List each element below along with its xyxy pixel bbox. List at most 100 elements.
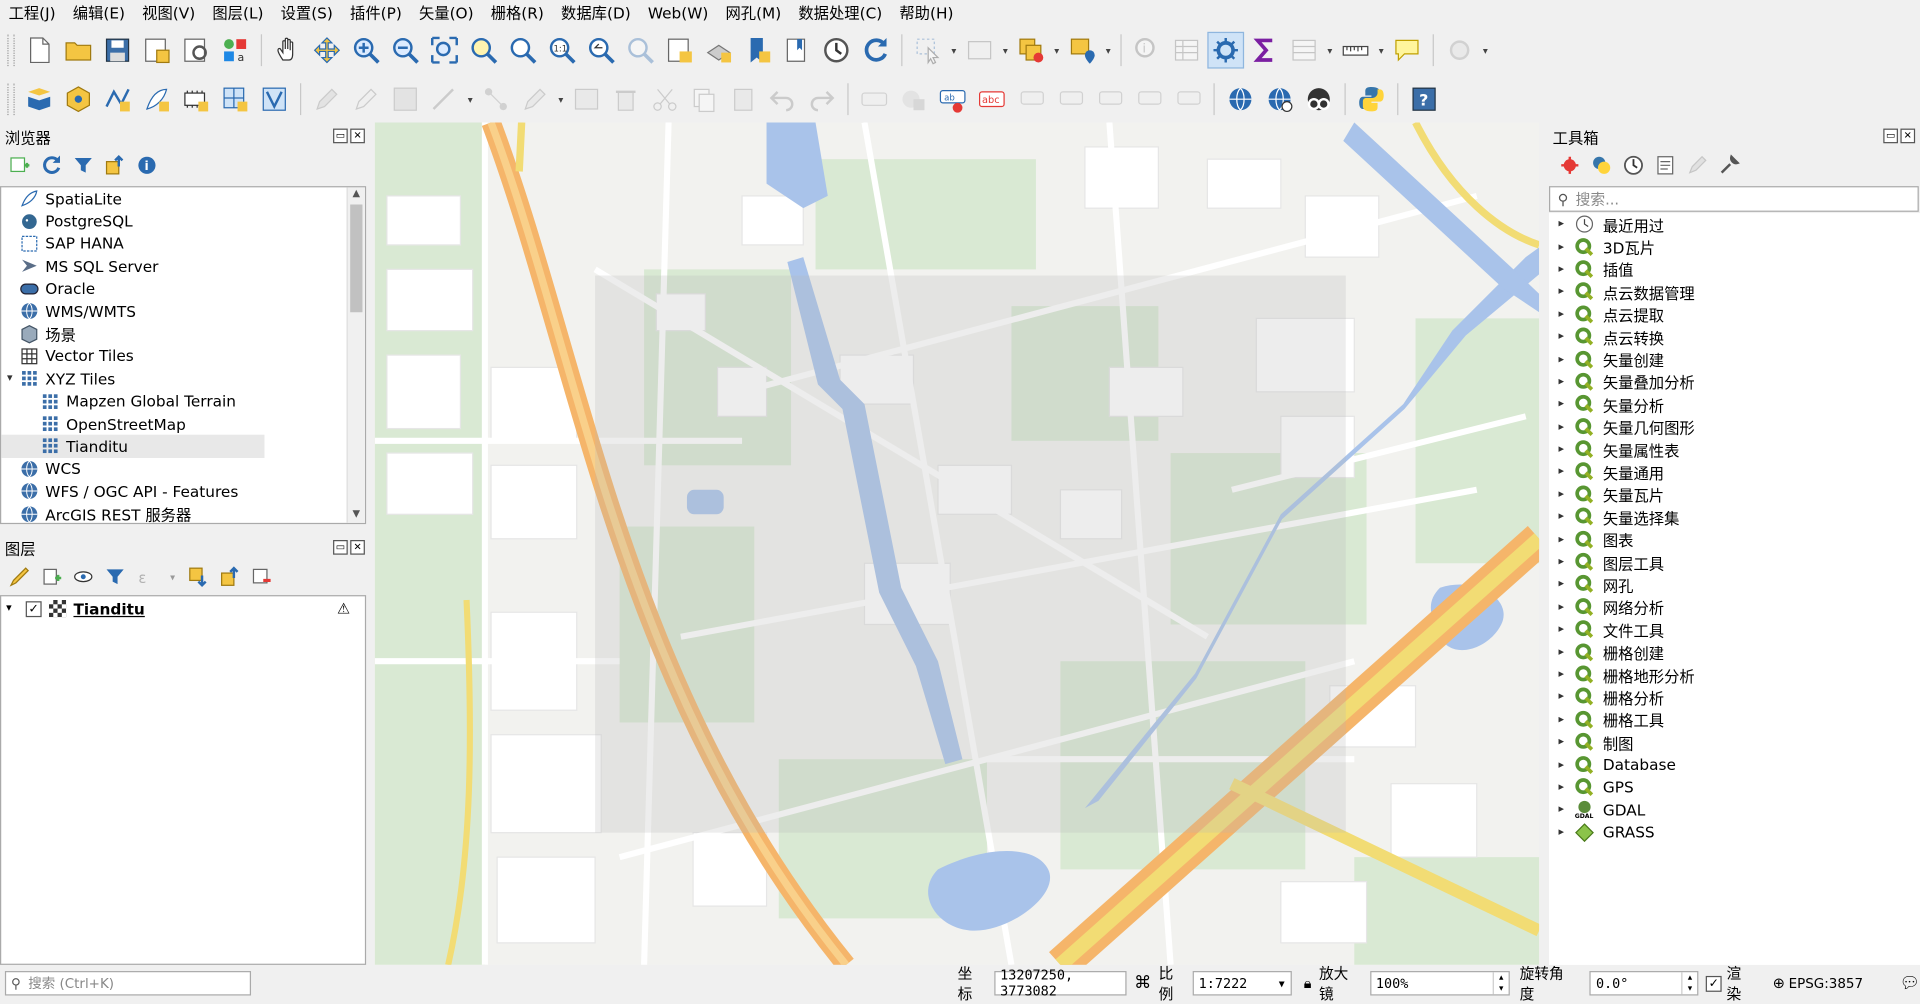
toolbar-grip[interactable]	[7, 83, 15, 116]
menu-item[interactable]: 网孔(M)	[717, 0, 790, 27]
show-bookmarks-icon[interactable]	[779, 32, 816, 69]
menu-item[interactable]: 工程(J)	[0, 0, 64, 27]
add-selected-layers-icon[interactable]	[7, 153, 31, 177]
browser-item[interactable]: OpenStreetMap	[1, 413, 365, 436]
expander-icon[interactable]: ▸	[1549, 646, 1573, 658]
toolbox-group[interactable]: ▸ 图表	[1549, 528, 1920, 551]
toolbox-group[interactable]: ▸ 矢量叠加分析	[1549, 371, 1920, 394]
save-edits-icon[interactable]	[387, 81, 424, 118]
menu-item[interactable]: 帮助(H)	[891, 0, 962, 27]
metasearch-icon[interactable]	[1300, 81, 1337, 118]
toolbox-group[interactable]: ▸ 图层工具	[1549, 551, 1920, 574]
collapse-layers-icon[interactable]	[218, 564, 242, 588]
toolbox-group[interactable]: ▸ 网络分析	[1549, 596, 1920, 619]
render-checkbox[interactable]: ✓	[1705, 975, 1722, 992]
new-project-icon[interactable]	[21, 32, 58, 69]
vertex-tool-icon[interactable]	[478, 81, 515, 118]
expander-icon[interactable]: ▸	[1549, 601, 1573, 613]
toolbox-group[interactable]: ▸ 最近用过	[1549, 213, 1920, 236]
expander-icon[interactable]: ▸	[1549, 511, 1573, 523]
select-location-icon[interactable]	[1064, 32, 1101, 69]
browser-item[interactable]: PostgreSQL	[1, 210, 365, 233]
expander-icon[interactable]: ▸	[1549, 578, 1573, 590]
style-panel-icon[interactable]	[7, 564, 31, 588]
layer-labeling-icon[interactable]: ab	[934, 81, 971, 118]
scale-combobox[interactable]: 1:7222 ▼	[1192, 971, 1292, 996]
select-by-value-icon[interactable]	[961, 32, 998, 69]
processing-toolbox-icon[interactable]	[1207, 31, 1245, 69]
lock-scale-icon[interactable]: 🔒︎	[1304, 974, 1312, 992]
menu-item[interactable]: 数据处理(C)	[790, 0, 891, 27]
zoom-out-icon[interactable]	[387, 32, 424, 69]
new-shapefile-icon[interactable]	[99, 81, 136, 118]
expander-icon[interactable]: ▸	[1549, 286, 1573, 298]
browser-item[interactable]: Tianditu	[1, 435, 265, 458]
python-console-icon[interactable]	[1353, 81, 1390, 118]
diagram-options-icon[interactable]	[895, 81, 932, 118]
toolbox-group[interactable]: ▸ GRASS	[1549, 821, 1920, 844]
annotation-settings-icon[interactable]	[1441, 32, 1478, 69]
menu-item[interactable]: 图层(L)	[204, 0, 272, 27]
menu-item[interactable]: 插件(P)	[341, 0, 410, 27]
menu-item[interactable]: 栅格(R)	[482, 0, 552, 27]
float-panel-icon[interactable]: ▭	[333, 128, 348, 144]
expand-all-icon[interactable]	[186, 564, 210, 588]
expander-icon[interactable]: ▸	[1549, 669, 1573, 681]
toolbox-group[interactable]: ▸ 网孔	[1549, 573, 1920, 596]
toggle-extents-icon[interactable]: ⌘	[1134, 973, 1151, 993]
expander-icon[interactable]: ▸	[1549, 263, 1573, 275]
rotation-spinbox[interactable]: 0.0° ▲ ▼	[1589, 971, 1699, 996]
toolbar-grip[interactable]	[7, 34, 15, 67]
new-virtual-layer-icon[interactable]	[217, 81, 254, 118]
python-scripts-icon[interactable]	[1589, 153, 1613, 177]
current-edits-icon[interactable]	[309, 81, 346, 118]
measure-line-icon[interactable]	[1337, 32, 1374, 69]
pan-to-selection-icon[interactable]	[309, 32, 346, 69]
attribute-table-icon[interactable]	[1168, 32, 1205, 69]
toolbox-group[interactable]: ▸ 矢量分析	[1549, 393, 1920, 416]
toolbox-group[interactable]: ▸ 矢量几何图形	[1549, 416, 1920, 439]
browser-item[interactable]: WFS / OGC API - Features	[1, 480, 365, 503]
results-viewer-icon[interactable]	[1653, 153, 1677, 177]
toolbox-group[interactable]: ▸ 3D瓦片	[1549, 236, 1920, 259]
select-features-icon[interactable]	[910, 32, 947, 69]
rotate-label-icon[interactable]	[1130, 81, 1167, 118]
browser-item[interactable]: SAP HANA	[1, 232, 365, 255]
toolbox-group[interactable]: ▸ 栅格分析	[1549, 686, 1920, 709]
delete-selected-icon[interactable]	[607, 81, 644, 118]
pan-hand-icon[interactable]	[269, 32, 306, 69]
new-spatialite-icon[interactable]	[138, 81, 175, 118]
crs-globe-icon[interactable]: ⊕	[1773, 975, 1785, 992]
expander-icon[interactable]: ▸	[1549, 308, 1573, 320]
browser-item[interactable]: ▾ XYZ Tiles	[1, 368, 365, 391]
toggle-editing-icon[interactable]	[348, 81, 385, 118]
remove-layer-icon[interactable]	[250, 564, 274, 588]
models-icon[interactable]	[1558, 153, 1582, 177]
pin-labels-icon[interactable]	[1013, 81, 1050, 118]
menu-item[interactable]: 矢量(O)	[410, 0, 482, 27]
zoom-last-icon[interactable]	[583, 32, 620, 69]
map-tips-icon[interactable]	[1389, 32, 1426, 69]
expander-icon[interactable]: ▸	[1549, 488, 1573, 500]
expander-icon[interactable]: ▸	[1549, 443, 1573, 455]
filter-expression-icon[interactable]: ε	[135, 564, 159, 588]
expander-icon[interactable]: ▾	[1, 373, 18, 385]
properties-info-icon[interactable]: i	[135, 153, 159, 177]
browser-item[interactable]: SpatiaLite	[1, 187, 365, 210]
toolbox-group[interactable]: ▸ Database	[1549, 754, 1920, 777]
options-wrench-icon[interactable]	[1717, 153, 1741, 177]
toolbox-group[interactable]: ▸ 栅格工具	[1549, 708, 1920, 731]
locator-search-input[interactable]: ⚲ 搜索 (Ctrl+K)	[4, 971, 252, 996]
toolbox-group[interactable]: ▸ 点云提取	[1549, 303, 1920, 326]
toolbox-group[interactable]: ▸ 矢量通用	[1549, 461, 1920, 484]
messages-icon[interactable]: 💬︎	[1900, 974, 1920, 992]
zoom-full-icon[interactable]	[426, 32, 463, 69]
add-wms-layer-icon[interactable]	[1222, 81, 1259, 118]
toolbox-group[interactable]: ▸ 栅格创建	[1549, 641, 1920, 664]
move-label-icon[interactable]	[1091, 81, 1128, 118]
expander-icon[interactable]: ▸	[1549, 556, 1573, 568]
save-project-icon[interactable]	[99, 32, 136, 69]
crs-label[interactable]: EPSG:3857	[1789, 975, 1863, 991]
menu-item[interactable]: 编辑(E)	[64, 0, 133, 27]
zoom-next-icon[interactable]	[622, 32, 659, 69]
